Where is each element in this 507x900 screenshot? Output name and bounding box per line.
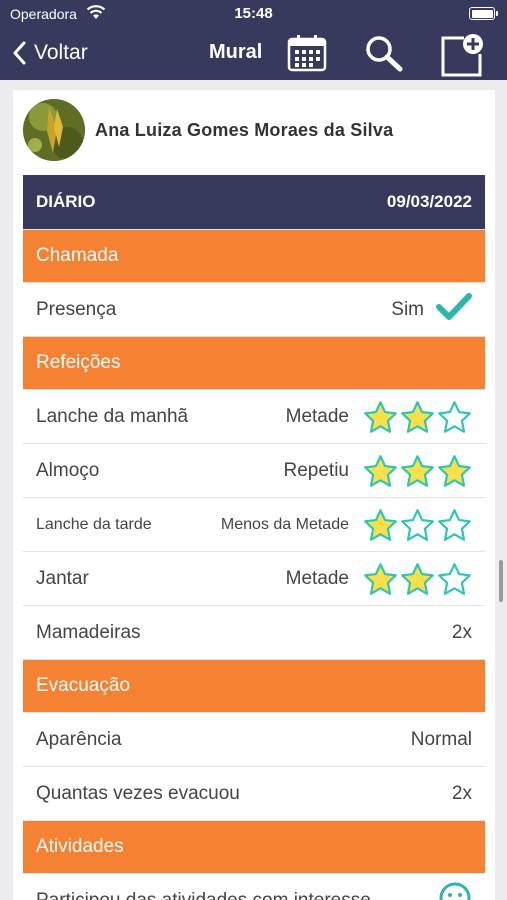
- star-filled-icon: [364, 562, 397, 595]
- post-author: Ana Luiza Gomes Moraes da Silva: [23, 98, 393, 162]
- meal-row: Almoço Repetiu: [23, 443, 485, 497]
- bottles-row: Mamadeiras 2x: [23, 605, 485, 659]
- section-evacuacao: Evacuação: [23, 659, 485, 712]
- presence-label: Presença: [36, 298, 117, 320]
- star-filled-icon: [364, 454, 397, 487]
- diary-table: DIÁRIO 09/03/2022 Chamada Presença Sim R…: [23, 175, 485, 900]
- bottles-value: 2x: [451, 621, 472, 643]
- smiley-icon: [438, 881, 472, 900]
- scrollbar[interactable]: [499, 560, 503, 602]
- diary-label: DIÁRIO: [36, 192, 96, 211]
- star-filled-icon: [401, 400, 434, 433]
- meal-label: Almoço: [36, 459, 100, 481]
- star-rating: [361, 508, 472, 542]
- diary-date: 09/03/2022: [386, 192, 472, 211]
- section-atividades: Atividades: [23, 820, 485, 873]
- evacuation-value: Normal: [410, 728, 472, 750]
- star-rating: [361, 454, 472, 488]
- avatar[interactable]: [23, 99, 85, 161]
- search-icon[interactable]: [362, 32, 406, 79]
- presence-row: Presença Sim: [23, 282, 485, 336]
- meal-value: Repetiu: [283, 459, 350, 481]
- status-bar: Operadora 15:48: [0, 0, 507, 28]
- section-refeicoes: Refeições: [23, 336, 485, 389]
- star-empty-icon: [438, 400, 471, 433]
- feed[interactable]: Ana Luiza Gomes Moraes da Silva DIÁRIO 0…: [0, 80, 507, 900]
- nav-bar: Voltar Mural: [0, 28, 507, 80]
- meal-row: Jantar Metade: [23, 551, 485, 605]
- meal-label: Jantar: [36, 567, 89, 589]
- meal-value: Menos da Metade: [220, 515, 349, 533]
- back-label: Voltar: [34, 41, 88, 64]
- meal-row: Lanche da manhã Metade: [23, 389, 485, 443]
- meal-label: Lanche da manhã: [36, 405, 189, 427]
- star-filled-icon: [401, 454, 434, 487]
- evacuation-row: Quantas vezes evacuou 2x: [23, 766, 485, 820]
- star-empty-icon: [401, 508, 434, 541]
- meal-value: Metade: [285, 405, 349, 427]
- post-card: Ana Luiza Gomes Moraes da Silva DIÁRIO 0…: [13, 90, 495, 900]
- section-chamada: Chamada: [23, 229, 485, 282]
- evacuation-label: Aparência: [36, 728, 122, 750]
- star-empty-icon: [438, 508, 471, 541]
- activity-row: Participou das atividades com interesse: [23, 873, 485, 900]
- back-button[interactable]: Voltar: [12, 36, 88, 70]
- meal-row: Lanche da tarde Menos da Metade: [23, 497, 485, 551]
- meal-label: Lanche da tarde: [36, 515, 152, 533]
- star-filled-icon: [364, 400, 397, 433]
- page-title: Mural: [209, 41, 263, 63]
- new-post-icon[interactable]: [440, 32, 486, 83]
- battery-icon: [469, 7, 498, 20]
- presence-value: Sim: [391, 298, 424, 320]
- star-empty-icon: [438, 562, 471, 595]
- checkmark-icon: [436, 292, 472, 328]
- star-rating: [361, 400, 472, 434]
- evacuation-label: Quantas vezes evacuou: [36, 782, 240, 804]
- evacuation-value: 2x: [451, 782, 472, 804]
- calendar-icon[interactable]: [286, 32, 328, 79]
- star-filled-icon: [438, 454, 471, 487]
- bottles-label: Mamadeiras: [36, 621, 141, 643]
- author-name: Ana Luiza Gomes Moraes da Silva: [95, 119, 394, 140]
- star-filled-icon: [364, 508, 397, 541]
- star-filled-icon: [401, 562, 434, 595]
- clock: 15:48: [234, 5, 273, 22]
- meal-value: Metade: [285, 567, 349, 589]
- star-rating: [361, 562, 472, 596]
- activity-label: Participou das atividades com interesse: [36, 889, 371, 900]
- evacuation-row: Aparência Normal: [23, 712, 485, 766]
- chevron-left-icon: [13, 41, 26, 65]
- diary-header: DIÁRIO 09/03/2022: [23, 175, 485, 229]
